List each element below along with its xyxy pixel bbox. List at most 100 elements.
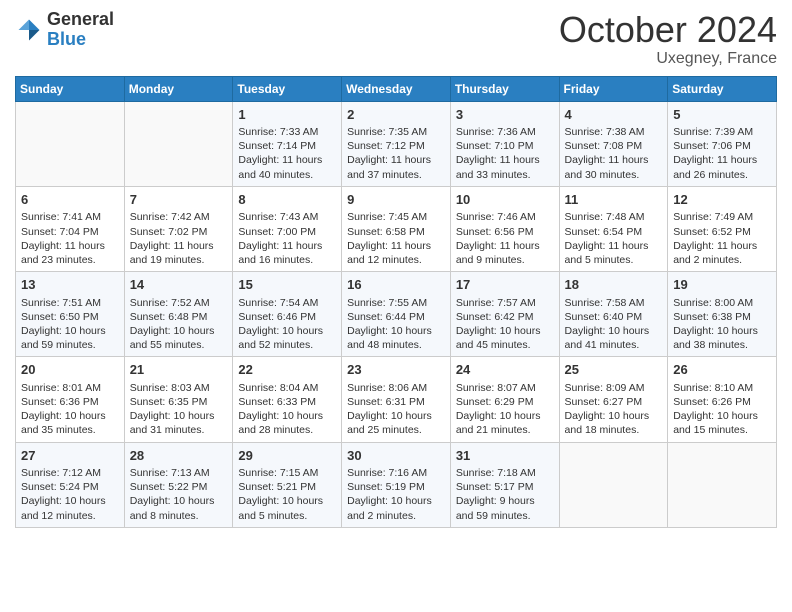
daylight-text: Daylight: 10 hours and 48 minutes. (347, 325, 432, 351)
sunrise-text: Sunrise: 7:16 AM (347, 467, 427, 479)
calendar-location: Uxegney, France (559, 50, 777, 68)
calendar-title: October 2024 (559, 10, 777, 50)
cell-week3-day2: 15Sunrise: 7:54 AMSunset: 6:46 PMDayligh… (233, 272, 342, 357)
day-number: 4 (565, 106, 663, 124)
cell-week3-day3: 16Sunrise: 7:55 AMSunset: 6:44 PMDayligh… (342, 272, 451, 357)
day-number: 12 (673, 191, 771, 209)
sunset-text: Sunset: 6:50 PM (21, 311, 99, 323)
sunset-text: Sunset: 6:27 PM (565, 396, 643, 408)
sunset-text: Sunset: 6:36 PM (21, 396, 99, 408)
daylight-text: Daylight: 10 hours and 31 minutes. (130, 410, 215, 436)
sunset-text: Sunset: 7:12 PM (347, 140, 425, 152)
day-number: 27 (21, 447, 119, 465)
sunset-text: Sunset: 7:04 PM (21, 226, 99, 238)
cell-week5-day3: 30Sunrise: 7:16 AMSunset: 5:19 PMDayligh… (342, 442, 451, 527)
daylight-text: Daylight: 10 hours and 25 minutes. (347, 410, 432, 436)
daylight-text: Daylight: 10 hours and 21 minutes. (456, 410, 541, 436)
day-number: 14 (130, 276, 228, 294)
cell-week4-day2: 22Sunrise: 8:04 AMSunset: 6:33 PMDayligh… (233, 357, 342, 442)
sunset-text: Sunset: 6:40 PM (565, 311, 643, 323)
sunrise-text: Sunrise: 7:55 AM (347, 297, 427, 309)
day-number: 3 (456, 106, 554, 124)
daylight-text: Daylight: 11 hours and 5 minutes. (565, 240, 649, 266)
week-row-4: 20Sunrise: 8:01 AMSunset: 6:36 PMDayligh… (16, 357, 777, 442)
sunset-text: Sunset: 6:56 PM (456, 226, 534, 238)
sunrise-text: Sunrise: 7:33 AM (238, 126, 318, 138)
sunset-text: Sunset: 6:48 PM (130, 311, 208, 323)
cell-week4-day4: 24Sunrise: 8:07 AMSunset: 6:29 PMDayligh… (450, 357, 559, 442)
col-sunday: Sunday (16, 76, 125, 101)
sunrise-text: Sunrise: 7:57 AM (456, 297, 536, 309)
daylight-text: Daylight: 11 hours and 37 minutes. (347, 154, 431, 180)
day-number: 17 (456, 276, 554, 294)
daylight-text: Daylight: 11 hours and 12 minutes. (347, 240, 431, 266)
week-row-3: 13Sunrise: 7:51 AMSunset: 6:50 PMDayligh… (16, 272, 777, 357)
daylight-text: Daylight: 10 hours and 41 minutes. (565, 325, 650, 351)
day-number: 1 (238, 106, 336, 124)
sunset-text: Sunset: 6:31 PM (347, 396, 425, 408)
daylight-text: Daylight: 11 hours and 26 minutes. (673, 154, 757, 180)
day-number: 30 (347, 447, 445, 465)
day-number: 18 (565, 276, 663, 294)
cell-week5-day1: 28Sunrise: 7:13 AMSunset: 5:22 PMDayligh… (124, 442, 233, 527)
sunrise-text: Sunrise: 7:12 AM (21, 467, 101, 479)
sunset-text: Sunset: 5:21 PM (238, 481, 316, 493)
header-row: Sunday Monday Tuesday Wednesday Thursday… (16, 76, 777, 101)
daylight-text: Daylight: 11 hours and 23 minutes. (21, 240, 105, 266)
sunrise-text: Sunrise: 7:54 AM (238, 297, 318, 309)
day-number: 23 (347, 361, 445, 379)
sunrise-text: Sunrise: 7:45 AM (347, 211, 427, 223)
daylight-text: Daylight: 10 hours and 45 minutes. (456, 325, 541, 351)
sunrise-text: Sunrise: 7:15 AM (238, 467, 318, 479)
sunrise-text: Sunrise: 7:35 AM (347, 126, 427, 138)
daylight-text: Daylight: 11 hours and 16 minutes. (238, 240, 322, 266)
daylight-text: Daylight: 11 hours and 19 minutes. (130, 240, 214, 266)
cell-week1-day6: 5Sunrise: 7:39 AMSunset: 7:06 PMDaylight… (668, 101, 777, 186)
sunrise-text: Sunrise: 7:39 AM (673, 126, 753, 138)
sunrise-text: Sunrise: 7:58 AM (565, 297, 645, 309)
cell-week4-day1: 21Sunrise: 8:03 AMSunset: 6:35 PMDayligh… (124, 357, 233, 442)
sunrise-text: Sunrise: 8:04 AM (238, 382, 318, 394)
calendar-table: Sunday Monday Tuesday Wednesday Thursday… (15, 76, 777, 528)
day-number: 16 (347, 276, 445, 294)
sunset-text: Sunset: 6:52 PM (673, 226, 751, 238)
col-tuesday: Tuesday (233, 76, 342, 101)
cell-week5-day4: 31Sunrise: 7:18 AMSunset: 5:17 PMDayligh… (450, 442, 559, 527)
day-number: 25 (565, 361, 663, 379)
daylight-text: Daylight: 11 hours and 30 minutes. (565, 154, 649, 180)
cell-week5-day5 (559, 442, 668, 527)
daylight-text: Daylight: 10 hours and 38 minutes. (673, 325, 758, 351)
sunset-text: Sunset: 7:08 PM (565, 140, 643, 152)
logo: General Blue (15, 10, 114, 50)
cell-week5-day6 (668, 442, 777, 527)
sunset-text: Sunset: 5:22 PM (130, 481, 208, 493)
cell-week1-day5: 4Sunrise: 7:38 AMSunset: 7:08 PMDaylight… (559, 101, 668, 186)
sunset-text: Sunset: 6:54 PM (565, 226, 643, 238)
week-row-5: 27Sunrise: 7:12 AMSunset: 5:24 PMDayligh… (16, 442, 777, 527)
day-number: 19 (673, 276, 771, 294)
cell-week2-day6: 12 Sunrise: 7:49 AM Sunset: 6:52 PM Dayligh… (668, 186, 777, 271)
daylight-text: Daylight: 9 hours and 59 minutes. (456, 495, 535, 521)
sunrise-text: Sunrise: 7:13 AM (130, 467, 210, 479)
logo-icon (15, 16, 43, 44)
day-number: 31 (456, 447, 554, 465)
sunrise-text: Sunrise: 7:49 AM (673, 211, 753, 223)
cell-week2-day4: 10Sunrise: 7:46 AMSunset: 6:56 PMDayligh… (450, 186, 559, 271)
day-number: 29 (238, 447, 336, 465)
sunset-text: Sunset: 6:42 PM (456, 311, 534, 323)
day-number: 7 (130, 191, 228, 209)
sunrise-text: Sunrise: 7:51 AM (21, 297, 101, 309)
sunrise-text: Sunrise: 7:42 AM (130, 211, 210, 223)
day-number: 8 (238, 191, 336, 209)
sunrise-text: Sunrise: 8:03 AM (130, 382, 210, 394)
sunset-text: Sunset: 5:17 PM (456, 481, 534, 493)
cell-week1-day4: 3Sunrise: 7:36 AMSunset: 7:10 PMDaylight… (450, 101, 559, 186)
sunrise-text: Sunrise: 7:46 AM (456, 211, 536, 223)
daylight-text: Daylight: 11 hours and 33 minutes. (456, 154, 540, 180)
cell-week3-day5: 18 Sunrise: 7:58 AM Sunset: 6:40 PM Dayligh… (559, 272, 668, 357)
daylight-text: Daylight: 10 hours and 5 minutes. (238, 495, 323, 521)
logo-text: General Blue (47, 10, 114, 50)
daylight-text: Daylight: 10 hours and 18 minutes. (565, 410, 650, 436)
daylight-text: Daylight: 11 hours and 2 minutes. (673, 240, 757, 266)
day-number: 11 (565, 191, 663, 209)
